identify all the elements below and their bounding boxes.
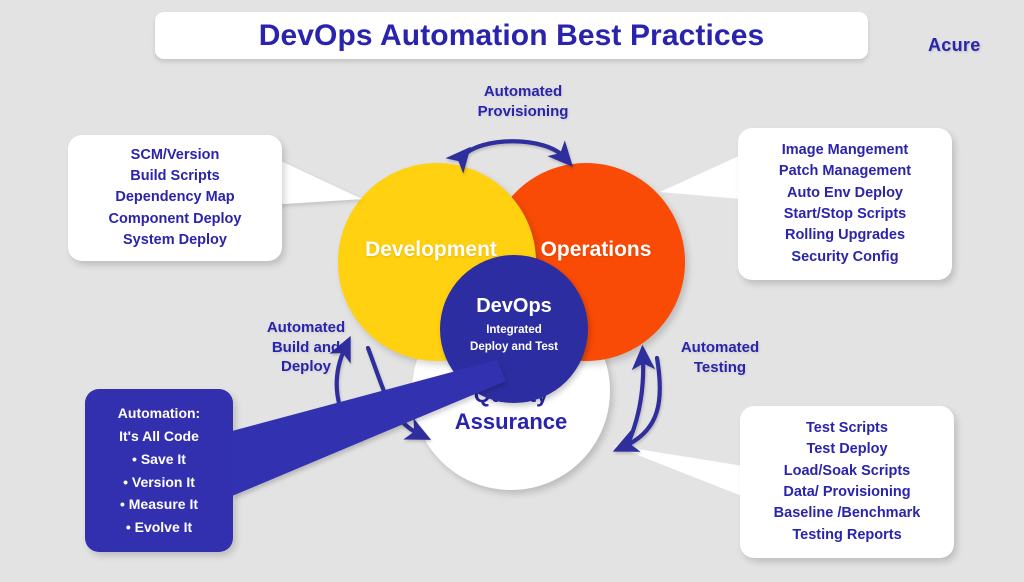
callout-quality-assurance[interactable]: Test Scripts Test Deploy Load/Soak Scrip…: [740, 406, 954, 558]
devops-subtitle-line-2: Deploy and Test: [470, 341, 558, 353]
callout-development[interactable]: SCM/Version Build Scripts Dependency Map…: [68, 135, 282, 261]
circle-devops-center: DevOps Integrated Deploy and Test: [440, 255, 588, 403]
callout-qa-item: Load/Soak Scripts: [783, 462, 911, 479]
callout-development-item: Dependency Map: [115, 189, 235, 206]
automation-bullet: • Save It: [132, 450, 186, 467]
callout-qa-item: Test Scripts: [806, 420, 888, 437]
arrow-automated-testing-up: [623, 344, 656, 451]
circle-development-label: Development: [365, 238, 497, 261]
callout-qa-item: Test Deploy: [806, 441, 888, 458]
tail-quality-assurance: [612, 445, 756, 500]
label-testing-line-1: Automated: [680, 339, 760, 356]
callout-operations[interactable]: Image Mangement Patch Management Auto En…: [738, 128, 952, 280]
automation-bullet: • Evolve It: [125, 518, 193, 535]
label-automated-testing: Automated Testing: [660, 338, 780, 377]
callout-operations-item: Security Config: [791, 248, 899, 265]
callout-operations-item: Rolling Upgrades: [784, 227, 906, 244]
callout-qa-item: Baseline /Benchmark: [773, 505, 921, 522]
label-provisioning-line-1: Automated: [483, 83, 563, 100]
callout-development-item: Build Scripts: [130, 168, 220, 185]
callout-operations-item: Start/Stop Scripts: [783, 206, 907, 222]
label-testing-line-2: Testing: [693, 358, 747, 376]
label-build-line-3: Deploy: [280, 358, 331, 375]
callout-qa-item: Testing Reports: [792, 526, 902, 543]
arrow-automated-provisioning: [445, 139, 574, 174]
automation-subheading: It's All Code: [119, 428, 199, 445]
devops-subtitle: Integrated Deploy and Test: [470, 322, 558, 355]
automation-heading: Automation:: [117, 405, 201, 422]
tail-development: [268, 155, 362, 205]
infographic-canvas: DevOps Automation Best Practices Acure D…: [0, 0, 1024, 582]
callout-automation[interactable]: Automation: It's All Code • Save It • Ve…: [85, 389, 233, 552]
label-build-line-2: Build and: [271, 338, 341, 356]
callout-operations-item: Patch Management: [778, 163, 912, 180]
title-plate: DevOps Automation Best Practices: [155, 12, 868, 59]
devops-title: DevOps: [476, 295, 552, 318]
callout-operations-item: Auto Env Deploy: [786, 184, 903, 201]
label-build-line-1: Automated: [266, 319, 346, 336]
callout-qa-item: Data/ Provisioning: [783, 484, 911, 500]
page-title: DevOps Automation Best Practices: [258, 18, 765, 52]
devops-subtitle-line-1: Integrated: [486, 324, 542, 337]
callout-operations-item: Image Mangement: [781, 142, 909, 159]
qa-label-line-2: Assurance: [454, 409, 568, 434]
circle-operations-label: Operations: [540, 238, 652, 261]
callout-development-item: System Deploy: [123, 231, 227, 248]
arrow-automated-testing-down: [612, 355, 662, 452]
automation-bullet: • Version It: [123, 473, 195, 490]
label-automated-provisioning: Automated Provisioning: [448, 82, 598, 121]
label-automated-build-and-deploy: Automated Build and Deploy: [236, 318, 376, 377]
callout-development-item: SCM/Version: [130, 146, 220, 163]
label-provisioning-line-2: Provisioning: [477, 102, 569, 120]
brand-logo: Acure: [928, 35, 981, 55]
automation-bullet: • Measure It: [119, 496, 199, 513]
callout-development-item: Component Deploy: [108, 210, 242, 227]
